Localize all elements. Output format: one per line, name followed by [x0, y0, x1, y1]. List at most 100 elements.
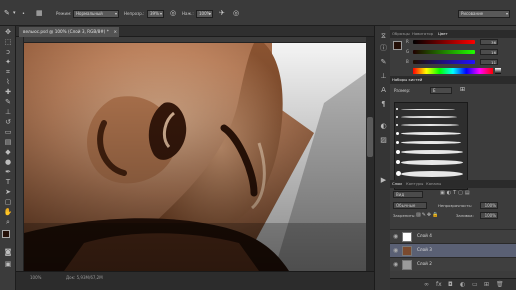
g-label: G — [406, 49, 410, 54]
tab-navigator[interactable]: Навигатор — [412, 31, 433, 36]
adjustment-layer-icon[interactable]: ◐ — [460, 281, 465, 288]
color-spectrum-ramp[interactable] — [413, 68, 493, 74]
brush-panel-icon[interactable]: ✎ — [379, 58, 388, 67]
close-tab-icon[interactable]: × — [113, 27, 117, 37]
lock-icons[interactable]: ▨✎✥🔒 — [416, 212, 439, 218]
hand-tool-icon[interactable]: ✋ — [3, 208, 13, 217]
spectrum-white-black[interactable] — [495, 68, 501, 74]
document-canvas[interactable] — [24, 43, 366, 271]
tool-preset-chevron-icon[interactable]: ▾ — [13, 9, 16, 17]
layer-row-selected[interactable]: ◉ Слой 3 — [390, 243, 516, 257]
visibility-eye-icon[interactable]: ◉ — [393, 233, 398, 240]
brush-panel-toggle-icon[interactable]: ▦ — [36, 9, 43, 17]
layer-row[interactable]: ◉ Слой 4 — [390, 229, 516, 243]
brush-size-icon[interactable]: • — [22, 10, 25, 18]
visibility-eye-icon[interactable]: ◉ — [393, 247, 398, 254]
quick-mask-icon[interactable]: ◙ — [3, 248, 13, 257]
brush-tool-icon[interactable]: ✎ — [3, 98, 13, 107]
layer-style-icon[interactable]: fx — [436, 281, 442, 288]
properties-panel-icon[interactable]: ⓘ — [379, 44, 388, 53]
layer-opacity-field[interactable]: 100% — [480, 202, 498, 209]
tab-paths[interactable]: Контуры — [406, 181, 423, 186]
opacity-field[interactable]: 39% — [147, 10, 164, 18]
tab-channels[interactable]: Каналы — [426, 181, 441, 186]
delete-layer-icon[interactable]: 🗑 — [496, 281, 504, 288]
airbrush-icon[interactable]: ✈ — [219, 9, 225, 17]
pen-tool-icon[interactable]: ✒ — [3, 168, 13, 177]
painting-artwork — [24, 43, 366, 271]
lasso-tool-icon[interactable]: ↄ — [3, 48, 13, 57]
brush-stroke-preview[interactable] — [401, 150, 463, 154]
visibility-eye-icon[interactable]: ◉ — [393, 261, 398, 268]
healing-tool-icon[interactable]: ✚ — [3, 88, 13, 97]
move-tool-icon[interactable]: ✥ — [3, 28, 13, 37]
history-panel-icon[interactable]: ⧖ — [379, 32, 388, 41]
workspace-select[interactable]: Рисование — [458, 10, 510, 18]
brush-stroke-preview[interactable] — [401, 109, 455, 110]
clone-source-icon[interactable]: ⊥ — [379, 72, 388, 81]
magic-wand-tool-icon[interactable]: ✦ — [3, 58, 13, 67]
mode-label: Режим: — [56, 11, 72, 16]
path-selection-tool-icon[interactable]: ➤ — [3, 188, 13, 197]
blend-mode-select[interactable]: Обычные — [393, 202, 427, 209]
marquee-tool-icon[interactable]: ⬚ — [3, 38, 13, 47]
link-layers-icon[interactable]: ∞ — [424, 281, 429, 288]
new-preset-icon[interactable]: ⊞ — [460, 86, 465, 93]
zoom-level[interactable]: 100% — [30, 275, 41, 280]
tab-color[interactable]: Цвет — [438, 31, 448, 36]
flow-field[interactable]: 100% — [196, 10, 213, 18]
brush-stroke-preview[interactable] — [401, 124, 459, 126]
brush-stroke-preview[interactable] — [401, 116, 457, 118]
blur-tool-icon[interactable]: ◆ — [3, 148, 13, 157]
fill-field[interactable]: 100% — [480, 212, 498, 219]
foreground-color-swatch[interactable] — [2, 230, 10, 238]
add-mask-icon[interactable]: ◘ — [448, 281, 453, 288]
g-slider[interactable] — [413, 50, 475, 54]
adjustments-panel-icon[interactable]: ◐ — [379, 122, 388, 131]
canvas-vertical-scrollbar[interactable] — [366, 37, 374, 271]
brush-stroke-preview[interactable] — [401, 132, 461, 135]
scrollbar-thumb[interactable] — [367, 117, 373, 157]
paragraph-panel-icon[interactable]: ¶ — [379, 100, 388, 109]
brush-panel-title[interactable]: Наборы кистей — [392, 77, 422, 82]
g-value[interactable]: 16 — [480, 49, 498, 55]
character-panel-icon[interactable]: A — [379, 86, 388, 95]
r-value[interactable]: 36 — [480, 39, 498, 45]
pressure-opacity-icon[interactable]: ◎ — [170, 9, 176, 17]
b-value[interactable]: 11 — [480, 59, 498, 65]
brush-stroke-preview[interactable] — [401, 160, 463, 165]
clone-stamp-tool-icon[interactable]: ⊥ — [3, 108, 13, 117]
brush-tip-dot — [396, 124, 398, 126]
styles-panel-icon[interactable]: ▨ — [379, 136, 388, 145]
brush-stroke-preview[interactable] — [401, 141, 461, 144]
history-brush-tool-icon[interactable]: ↺ — [3, 118, 13, 127]
pressure-size-icon[interactable]: ◎ — [233, 9, 239, 17]
brush-preset-list[interactable] — [394, 102, 468, 190]
new-group-icon[interactable]: ▭ — [472, 281, 478, 288]
new-layer-icon[interactable]: ⊞ — [484, 281, 489, 288]
b-slider[interactable] — [413, 60, 475, 64]
brush-tool-icon[interactable]: ✎ — [4, 9, 10, 17]
brush-preset-button[interactable]: Е — [430, 87, 452, 94]
tab-swatches[interactable]: Образцы — [392, 31, 410, 36]
actions-panel-icon[interactable]: ▶ — [379, 176, 388, 185]
document-tab-title: вельюс.psd @ 100% (Слой 3, RGB/8#) * — [23, 29, 109, 34]
brush-stroke-preview[interactable] — [401, 171, 463, 177]
r-slider[interactable] — [413, 40, 475, 44]
document-tab[interactable]: вельюс.psd @ 100% (Слой 3, RGB/8#) * × — [19, 27, 119, 37]
layer-kind-select[interactable]: Вид — [393, 191, 423, 198]
shape-tool-icon[interactable]: ▢ — [3, 198, 13, 207]
color-fg-swatch[interactable] — [393, 41, 402, 50]
eraser-tool-icon[interactable]: ▭ — [3, 128, 13, 137]
eyedropper-tool-icon[interactable]: ⌇ — [3, 78, 13, 87]
gradient-tool-icon[interactable]: ▤ — [3, 138, 13, 147]
tab-layers[interactable]: Слои — [392, 181, 402, 186]
type-tool-icon[interactable]: T — [3, 178, 13, 187]
layer-row[interactable]: ◉ Слой 2 — [390, 257, 516, 271]
screen-mode-icon[interactable]: ▣ — [3, 260, 13, 269]
dodge-tool-icon[interactable]: ● — [3, 158, 13, 167]
crop-tool-icon[interactable]: ⌗ — [3, 68, 13, 77]
zoom-tool-icon[interactable]: ⌕ — [3, 218, 13, 227]
mode-select[interactable]: Нормальный — [73, 10, 119, 18]
layer-filter-icons[interactable]: ▣◐T▢▤ — [440, 190, 472, 196]
